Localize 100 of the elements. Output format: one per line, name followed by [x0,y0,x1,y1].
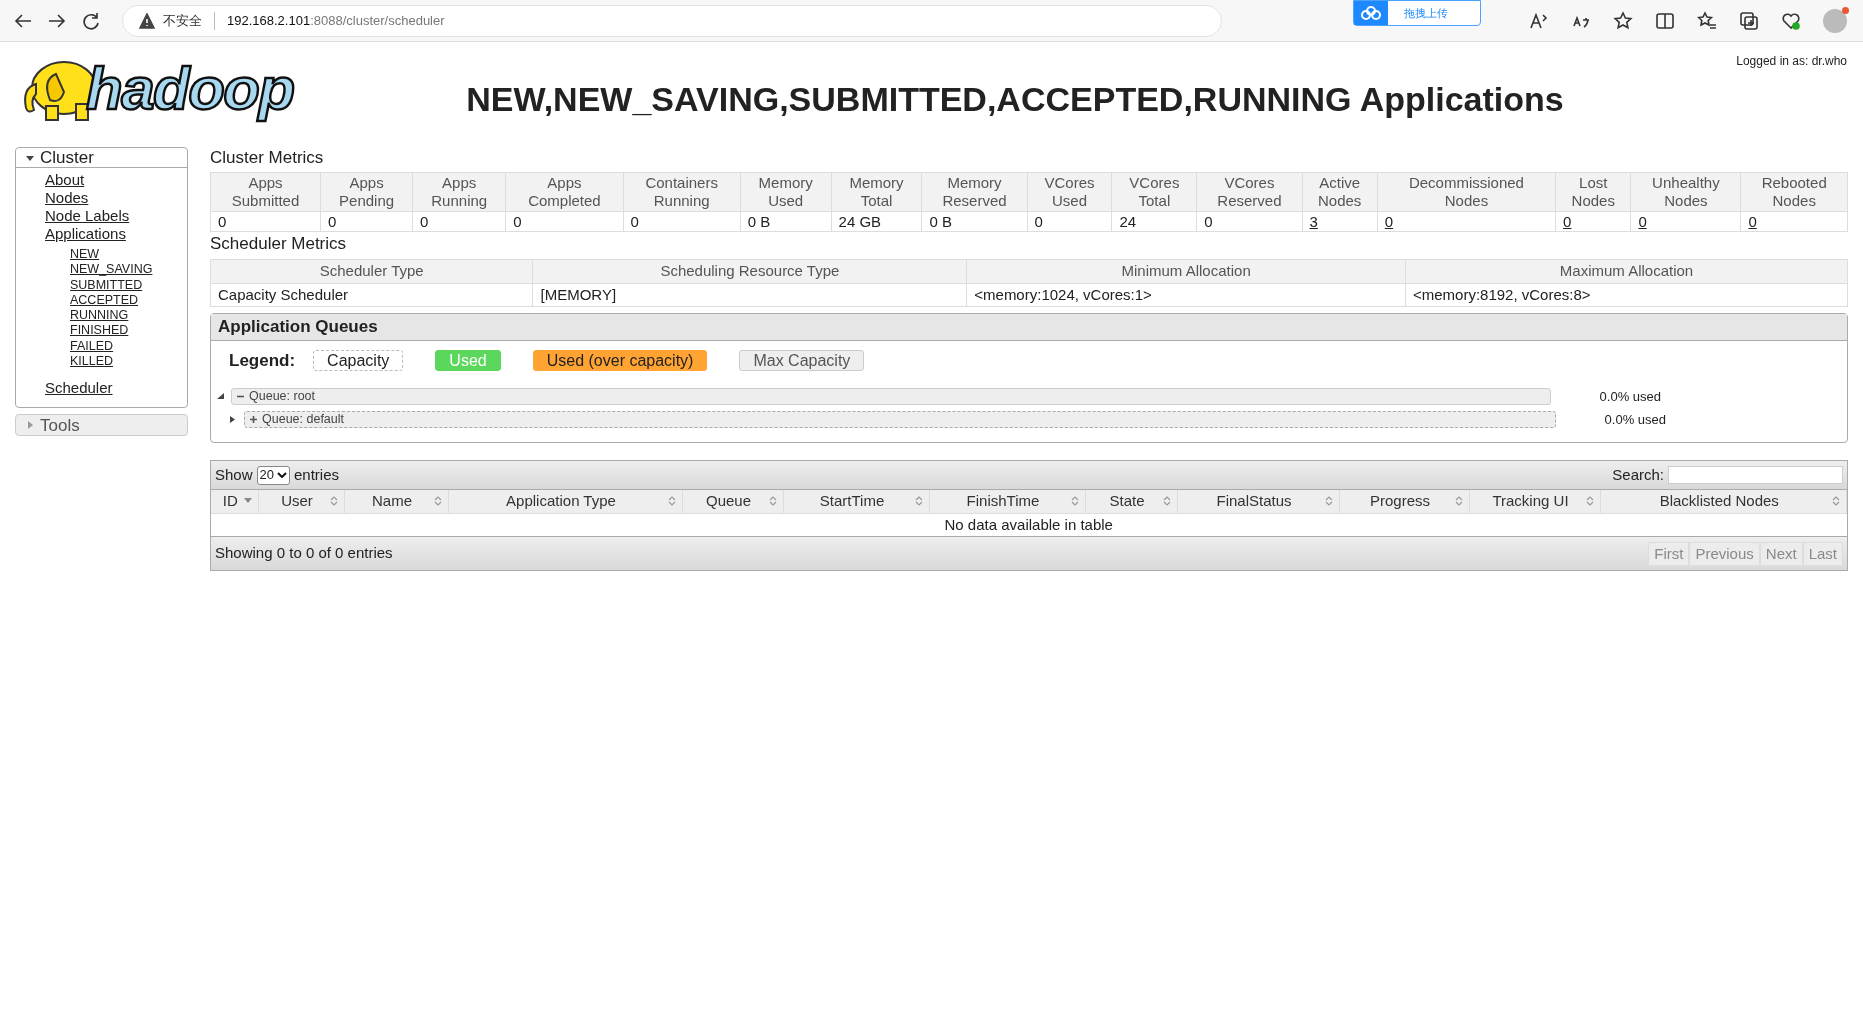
favorites-icon[interactable] [1697,10,1717,31]
column-header[interactable]: ID [217,490,244,513]
upload-extension[interactable]: 拖拽上传 [1353,0,1481,26]
nav-link[interactable]: ACCEPTED [70,292,139,309]
panel-header: Application Queues [211,314,1847,341]
queue-bar[interactable]: Queue: default [244,411,1556,429]
column-header[interactable]: Progress [1345,490,1455,513]
table-cell: 0 [630,212,639,230]
section-title: Scheduler Metrics [210,233,347,255]
column-header: Containers Running [645,174,718,210]
column-header[interactable]: Name [350,490,434,513]
table-cell: 0 [1204,212,1213,230]
column-header: VCores Total [1129,174,1180,210]
table-cell: 0 [1034,212,1043,230]
split-screen-icon[interactable] [1655,10,1675,31]
section-title: Cluster Metrics [210,147,324,169]
empty-message: No data available in table [944,515,1113,533]
page-size-select[interactable]: 20 [256,465,290,485]
column-header[interactable]: Blacklisted Nodes [1606,490,1832,513]
section-header[interactable]: Cluster [16,148,187,168]
column-header: Decommissioned Nodes [1408,174,1524,210]
nav-link[interactable]: Scheduler [45,379,113,398]
expanded-icon[interactable] [217,392,224,400]
nav-link[interactable]: SUBMITTED [70,277,143,293]
column-header: Unhealthy Nodes [1652,174,1720,210]
address-bar[interactable]: 不安全 192.168.2.101:8088/cluster/scheduler [122,4,1222,37]
table-cell: [MEMORY] [540,285,617,303]
column-header: Minimum Allocation [1121,262,1251,279]
table-cell: 0 [420,212,429,230]
column-header: Lost Nodes [1571,174,1615,210]
show-label: Show [215,464,253,485]
column-header[interactable]: StartTime [789,490,915,513]
nav-link[interactable]: FAILED [70,338,114,355]
heart-icon[interactable] [1781,10,1801,31]
nav-link[interactable]: FINISHED [70,323,129,339]
column-header: Memory Reserved [942,174,1007,210]
column-header: Memory Used [758,174,813,210]
metric-link[interactable]: 3 [1309,212,1318,230]
sort-desc-icon[interactable] [243,498,252,505]
column-header[interactable]: User [264,490,330,513]
nav-link[interactable]: Node Labels [45,207,130,225]
column-header: Maximum Allocation [1559,262,1694,279]
warning-icon[interactable] [139,12,155,29]
metric-link[interactable]: 0 [1638,212,1647,230]
legend-item: Used [435,350,501,372]
column-header: Scheduling Resource Type [660,262,840,279]
legend-item: Max Capacity [739,350,865,372]
column-header: Apps Completed [528,174,601,210]
star-icon[interactable] [1613,10,1633,31]
url-text: 192.168.2.101:8088/cluster/scheduler [227,11,445,30]
table-info: Showing 0 to 0 of 0 entries [215,543,393,564]
column-header: VCores Reserved [1217,174,1282,210]
column-header[interactable]: Tracking UI [1475,490,1586,513]
column-header[interactable]: FinalStatus [1183,490,1325,513]
page-title: NEW,NEW_SAVING,SUBMITTED,ACCEPTED,RUNNING Applications [466,79,1564,120]
avatar[interactable] [1823,8,1847,33]
table-cell: 0 [513,212,522,230]
nav-link[interactable]: NEW_SAVING [70,262,153,278]
collections-icon[interactable] [1739,10,1759,31]
table-cell: Capacity Scheduler [218,285,349,303]
entries-label: entries [294,464,340,485]
metric-link[interactable]: 0 [1748,212,1757,230]
column-header: VCores Used [1044,174,1095,210]
nav-link[interactable]: Applications [45,225,126,243]
column-header: Apps Pending [339,174,395,210]
expanded-icon[interactable] [26,153,34,162]
table-cell: 0 [218,212,227,230]
legend-item: Used (over capacity) [532,350,708,372]
nav-link[interactable]: KILLED [70,354,114,370]
column-header: Rebooted Nodes [1761,174,1827,210]
table-cell: 0 [328,212,337,230]
table-cell: 0 B [747,212,771,230]
dropdown-icon[interactable] [277,472,287,478]
column-header[interactable]: Queue [688,490,769,513]
column-header[interactable]: FinishTime [935,490,1071,513]
nav-link[interactable]: RUNNING [70,308,129,324]
legend-item: Capacity [313,350,404,372]
legend-label: Legend: [229,350,296,372]
column-header[interactable]: Application Type [454,490,668,513]
nav-link[interactable]: Nodes [45,189,89,207]
column-header: Apps Submitted [231,174,300,210]
section-header[interactable]: Tools [16,415,187,436]
plus-icon[interactable] [249,415,258,425]
queue-bar[interactable]: Queue: root [231,387,1551,405]
column-header: Active Nodes [1318,174,1362,210]
metric-link[interactable]: 0 [1563,212,1572,230]
security-label: 不安全 [163,11,202,30]
nav-link[interactable]: NEW [70,247,100,263]
nav-link[interactable]: About [45,171,85,189]
column-header: Memory Total [849,174,904,210]
table-cell: <memory:8192, vCores:8> [1413,285,1591,303]
column-header: Scheduler Type [319,262,424,279]
logged-in-user: Logged in as: dr.who [1736,54,1847,68]
column-header[interactable]: State [1091,490,1163,513]
usage-reading: 0.0% used [1598,387,1661,406]
search-field[interactable] [1668,466,1843,484]
table-cell: 24 [1119,212,1137,230]
table-cell: 24 GB [838,212,882,230]
metric-link[interactable]: 0 [1384,212,1394,230]
collapsed-icon[interactable] [229,416,236,424]
